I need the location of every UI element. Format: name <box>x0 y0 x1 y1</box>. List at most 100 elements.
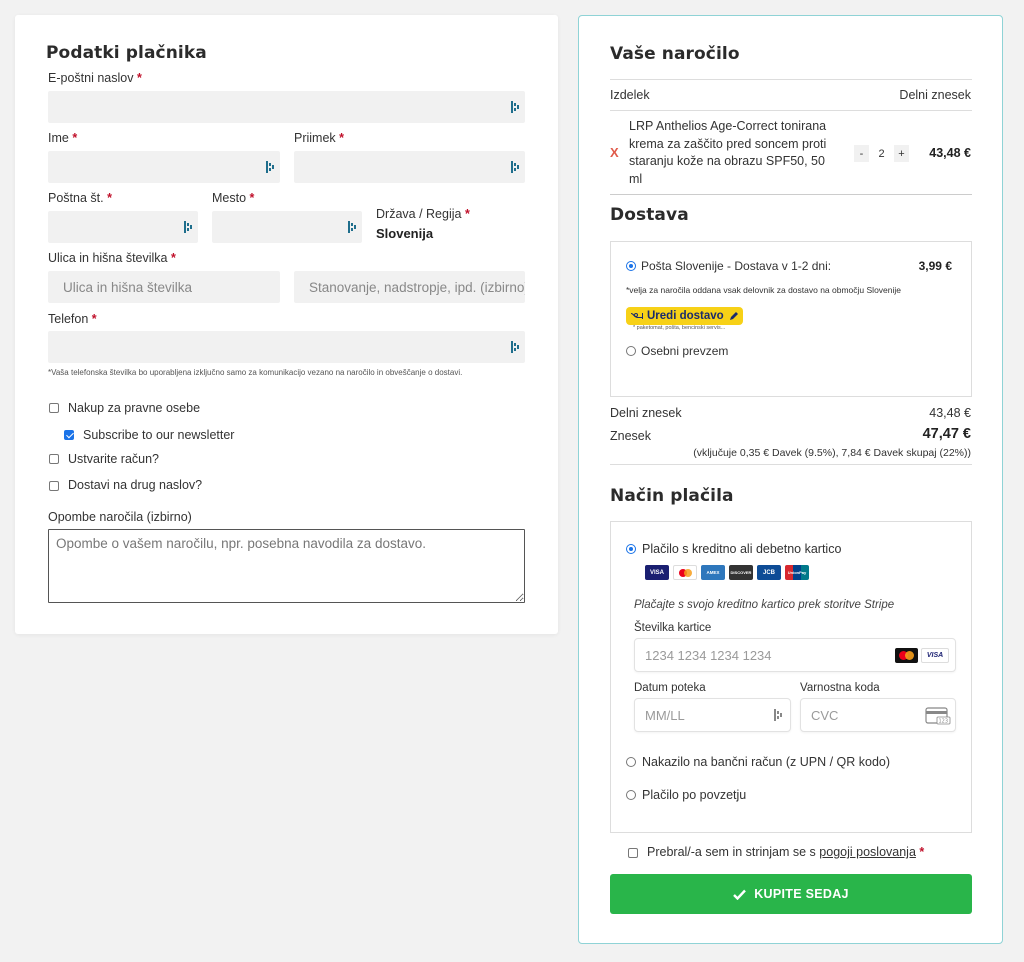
shipping-pickup-radio[interactable] <box>626 346 636 356</box>
amex-icon: AMEX <box>701 565 725 580</box>
newsletter-checkbox-label[interactable]: Subscribe to our newsletter <box>83 428 234 442</box>
shipping-posta-label[interactable]: Pošta Slovenije - Dostava v 1-2 dni: <box>641 259 831 273</box>
shipping-posta-radio[interactable] <box>626 261 636 271</box>
payment-cod-radio[interactable] <box>626 790 636 800</box>
expiry-placeholder: MM/LL <box>645 707 685 723</box>
street2-input[interactable]: Stanovanje, nadstropje, ipd. (izbirno) <box>294 271 525 303</box>
terms-checkbox[interactable] <box>628 848 638 858</box>
country-label: Država / Regija * <box>376 207 470 221</box>
company-checkbox-label[interactable]: Nakup za pravne osebe <box>68 401 200 415</box>
city-label: Mesto * <box>212 191 255 205</box>
cvc-placeholder: CVC <box>811 707 839 723</box>
email-label: E-poštni naslov * <box>48 71 142 85</box>
edit-shipping-button[interactable]: Uredi dostavo <box>626 307 743 325</box>
qty-plus-button[interactable]: + <box>894 145 909 162</box>
phone-label: Telefon * <box>48 312 97 326</box>
autofill-key-icon <box>511 101 519 113</box>
card-number-label: Številka kartice <box>634 622 712 634</box>
svg-text:123: 123 <box>939 719 949 725</box>
mastercard-icon <box>895 648 918 663</box>
subtotal-label: Delni znesek <box>610 406 682 420</box>
ship-different-checkbox-label[interactable]: Dostavi na drug naslov? <box>68 478 202 492</box>
edit-shipping-sub: * paketomat, pošta, bencinski servis... <box>633 325 726 331</box>
company-checkbox[interactable] <box>49 403 59 413</box>
ship-different-checkbox[interactable] <box>49 481 59 491</box>
divider <box>610 194 972 195</box>
payment-card-radio[interactable] <box>626 544 636 554</box>
newsletter-checkbox[interactable] <box>64 430 74 440</box>
expiry-label: Datum poteka <box>634 682 706 694</box>
terms-label: Prebral/-a sem in strinjam se s pogoji p… <box>647 845 925 859</box>
discover-icon: DISCOVER <box>729 565 753 580</box>
street-label: Ulica in hišna številka * <box>48 251 176 265</box>
phone-input[interactable] <box>48 331 525 363</box>
city-input[interactable] <box>212 211 362 243</box>
stripe-description: Plačajte s svojo kreditno kartico prek s… <box>634 599 895 611</box>
shipping-posta-price: 3,99 € <box>918 259 952 273</box>
place-order-label: KUPITE SEDAJ <box>754 887 849 901</box>
shipping-title: Dostava <box>610 205 689 225</box>
cvc-input[interactable]: CVC 123 <box>800 698 956 732</box>
autofill-key-icon <box>266 161 274 173</box>
order-title: Vaše naročilo <box>610 44 740 64</box>
autofill-key-icon <box>348 221 356 233</box>
edit-shipping-label: Uredi dostavo <box>647 310 724 322</box>
expiry-input[interactable]: MM/LL <box>634 698 791 732</box>
mastercard-icon <box>673 565 697 580</box>
order-review-card: Vaše naročilo Izdelek Delni znesek X LRP… <box>578 15 1003 944</box>
payment-title: Način plačila <box>610 486 734 506</box>
qty-minus-button[interactable]: - <box>854 145 869 162</box>
postcode-label: Poštna št. * <box>48 191 112 205</box>
total-value: 47,47 € <box>922 426 971 442</box>
remove-item-icon[interactable]: X <box>610 146 621 159</box>
tax-note: (vključuje 0,35 € Davek (9.5%), 7,84 € D… <box>693 447 971 459</box>
payment-cod-label[interactable]: Plačilo po povzetju <box>642 788 746 802</box>
shipping-pickup-label[interactable]: Osebni prevzem <box>641 344 728 358</box>
total-label: Znesek <box>610 429 651 443</box>
last-name-label: Priimek * <box>294 131 345 145</box>
col-subtotal-header: Delni znesek <box>899 88 971 102</box>
terms-link[interactable]: pogoji poslovanja <box>819 845 916 859</box>
phone-hint: *Vaša telefonska številka bo uporabljena… <box>48 368 463 377</box>
qty-input[interactable]: 2 <box>869 145 894 162</box>
divider <box>610 79 972 80</box>
visa-icon: VISA <box>921 648 949 663</box>
payment-card-label[interactable]: Plačilo s kreditno ali debetno kartico <box>642 542 841 556</box>
shipping-methods-box: Pošta Slovenije - Dostava v 1-2 dni: 3,9… <box>610 241 972 397</box>
payment-bank-label[interactable]: Nakazilo na bančni račun (z UPN / QR kod… <box>642 755 890 769</box>
street-input[interactable]: Ulica in hišna številka <box>48 271 280 303</box>
first-name-label: Ime * <box>48 131 78 145</box>
subtotal-value: 43,48 € <box>929 406 971 420</box>
street-placeholder: Ulica in hišna številka <box>63 279 193 295</box>
create-account-checkbox-label[interactable]: Ustvarite račun? <box>68 452 159 466</box>
billing-card: Podatki plačnika E-poštni naslov * Ime *… <box>15 15 558 634</box>
billing-title: Podatki plačnika <box>46 43 207 63</box>
jcb-icon: JCB <box>757 565 781 580</box>
autofill-key-icon <box>774 709 782 721</box>
posthorn-icon <box>631 313 643 319</box>
card-number-placeholder: 1234 1234 1234 1234 <box>645 647 772 663</box>
last-name-input[interactable] <box>294 151 525 183</box>
col-product-header: Izdelek <box>610 88 650 102</box>
divider <box>610 464 972 465</box>
cvc-card-icon: 123 <box>925 707 951 725</box>
payment-bank-radio[interactable] <box>626 757 636 767</box>
line-total: 43,48 € <box>929 146 971 160</box>
notes-label: Opombe naročila (izbirno) <box>48 510 192 524</box>
pencil-icon <box>729 312 738 320</box>
autofill-key-icon <box>184 221 192 233</box>
card-number-input[interactable]: 1234 1234 1234 1234 VISA <box>634 638 956 672</box>
email-input[interactable] <box>48 91 525 123</box>
place-order-button[interactable]: KUPITE SEDAJ <box>610 874 972 914</box>
order-notes-textarea[interactable] <box>48 529 525 603</box>
checkmark-icon <box>733 889 747 900</box>
autofill-key-icon <box>511 341 519 353</box>
create-account-checkbox[interactable] <box>49 454 59 464</box>
cvc-label: Varnostna koda <box>800 682 880 694</box>
unionpay-icon: UnionPay <box>785 565 809 580</box>
quantity-stepper: - 2 + <box>854 145 909 162</box>
divider <box>610 110 972 111</box>
first-name-input[interactable] <box>48 151 280 183</box>
postcode-input[interactable] <box>48 211 198 243</box>
visa-icon: VISA <box>645 565 669 580</box>
